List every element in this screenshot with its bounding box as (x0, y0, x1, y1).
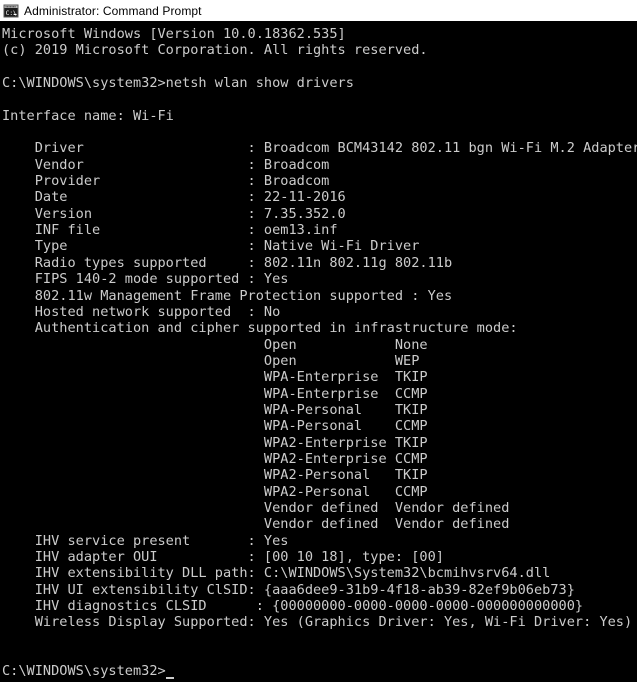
console-line: INF file : oem13.inf (2, 222, 637, 238)
console-line: Authentication and cipher supported in i… (2, 320, 637, 336)
console-line: Hosted network supported : No (2, 304, 637, 320)
console-line: IHV adapter OUI : [00 10 18], type: [00] (2, 549, 637, 565)
console-line: Vendor : Broadcom (2, 157, 637, 173)
console-line: Date : 22-11-2016 (2, 189, 637, 205)
console-line: IHV diagnostics CLSID : {00000000-0000-0… (2, 598, 637, 614)
console-line: Vendor defined Vendor defined (2, 516, 637, 532)
console-line: IHV extensibility DLL path: C:\WINDOWS\S… (2, 565, 637, 581)
console-line: Radio types supported : 802.11n 802.11g … (2, 255, 637, 271)
console-blank-line (2, 91, 637, 107)
console-line: IHV UI extensibility ClSID: {aaa6dee9-31… (2, 582, 637, 598)
console-line: 802.11w Management Frame Protection supp… (2, 288, 637, 304)
prompt-text: C:\WINDOWS\system32> (2, 663, 166, 679)
console-blank-line (2, 631, 637, 647)
console-line: Interface name: Wi-Fi (2, 108, 637, 124)
console-line: WPA-Enterprise CCMP (2, 386, 637, 402)
console-output-area[interactable]: Microsoft Windows [Version 10.0.18362.53… (0, 21, 637, 682)
console-line: IHV service present : Yes (2, 533, 637, 549)
console-line: (c) 2019 Microsoft Corporation. All righ… (2, 42, 637, 58)
window-titlebar[interactable]: C:\ Administrator: Command Prompt (0, 0, 637, 21)
console-blank-line (2, 59, 637, 75)
console-prompt-line[interactable]: C:\WINDOWS\system32> (2, 663, 637, 679)
console-line: Wireless Display Supported: Yes (Graphic… (2, 614, 637, 630)
console-line: Open None (2, 337, 637, 353)
console-line: Open WEP (2, 353, 637, 369)
console-line: WPA-Personal CCMP (2, 418, 637, 434)
console-line: FIPS 140-2 mode supported : Yes (2, 271, 637, 287)
text-cursor (166, 677, 174, 679)
console-line: WPA2-Personal CCMP (2, 484, 637, 500)
console-line: WPA2-Enterprise CCMP (2, 451, 637, 467)
cmd-prompt-icon: C:\ (3, 3, 19, 19)
console-line: Driver : Broadcom BCM43142 802.11 bgn Wi… (2, 140, 637, 156)
console-blank-line (2, 647, 637, 663)
console-line: C:\WINDOWS\system32>netsh wlan show driv… (2, 75, 637, 91)
console-line: WPA-Personal TKIP (2, 402, 637, 418)
svg-text:C:\: C:\ (6, 10, 17, 17)
console-line: WPA2-Enterprise TKIP (2, 435, 637, 451)
console-blank-line (2, 124, 637, 140)
console-line: Vendor defined Vendor defined (2, 500, 637, 516)
console-line: Type : Native Wi-Fi Driver (2, 238, 637, 254)
console-line: Version : 7.35.352.0 (2, 206, 637, 222)
console-line: WPA-Enterprise TKIP (2, 369, 637, 385)
console-line: Provider : Broadcom (2, 173, 637, 189)
command-prompt-window: C:\ Administrator: Command Prompt Micros… (0, 0, 637, 682)
window-title: Administrator: Command Prompt (24, 4, 202, 18)
console-line: Microsoft Windows [Version 10.0.18362.53… (2, 26, 637, 42)
console-line: WPA2-Personal TKIP (2, 467, 637, 483)
